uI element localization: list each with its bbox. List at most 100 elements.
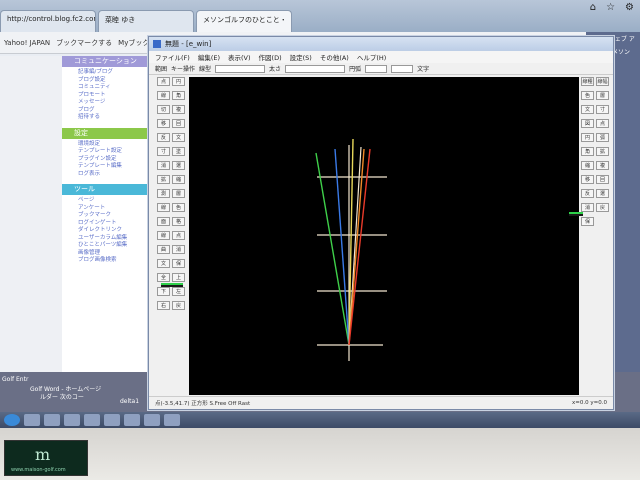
- command-button[interactable]: 色: [581, 91, 594, 100]
- command-button[interactable]: 文: [581, 105, 594, 114]
- command-button[interactable]: 角: [172, 91, 185, 100]
- desktop-label[interactable]: ルダー 次のコー: [40, 392, 84, 401]
- desktop-label[interactable]: Golf Entr: [2, 376, 28, 383]
- ie-icon[interactable]: [44, 414, 60, 426]
- sidebar-link[interactable]: ページ: [62, 195, 158, 203]
- sidebar-link[interactable]: プラグイン設定: [62, 154, 158, 162]
- command-button[interactable]: 縮: [172, 175, 185, 184]
- sidebar-link[interactable]: アンケート: [62, 203, 158, 211]
- command-button[interactable]: 弧: [596, 133, 609, 142]
- app-icon[interactable]: [104, 414, 120, 426]
- command-button[interactable]: 全: [157, 273, 170, 282]
- command-button[interactable]: 拡: [596, 147, 609, 156]
- drawing-canvas[interactable]: [189, 77, 579, 395]
- command-button[interactable]: 複: [172, 105, 185, 114]
- command-button[interactable]: 縮: [581, 161, 594, 170]
- command-button[interactable]: 移: [581, 175, 594, 184]
- command-button[interactable]: 測: [157, 189, 170, 198]
- menu-item[interactable]: 編集(E): [198, 52, 220, 62]
- command-button[interactable]: 点: [596, 119, 609, 128]
- tool-text[interactable]: 文字: [417, 64, 429, 73]
- command-button[interactable]: 保: [172, 259, 185, 268]
- command-button[interactable]: 角: [581, 147, 594, 156]
- sidebar-link[interactable]: 環境設定: [62, 139, 158, 147]
- command-button[interactable]: 面: [157, 217, 170, 226]
- command-button[interactable]: 下: [157, 287, 170, 296]
- command-button[interactable]: 線: [157, 91, 170, 100]
- command-button[interactable]: 消: [157, 161, 170, 170]
- command-button[interactable]: 切: [157, 105, 170, 114]
- extra-field[interactable]: [391, 64, 414, 73]
- command-button[interactable]: 寸: [596, 105, 609, 114]
- command-button[interactable]: 寸: [157, 147, 170, 156]
- browser-tab[interactable]: メソンゴルフのひとこと・: [196, 10, 292, 32]
- browser-tab[interactable]: http://control.blog.fc2.com/control.php: [0, 10, 96, 32]
- app-icon[interactable]: [144, 414, 160, 426]
- command-button[interactable]: 文: [157, 259, 170, 268]
- command-button[interactable]: 点: [157, 77, 170, 86]
- sidebar-link[interactable]: プロモート: [62, 90, 158, 98]
- menu-item[interactable]: ファイル(F): [155, 52, 190, 62]
- command-button[interactable]: 回: [596, 175, 609, 184]
- command-button[interactable]: 回: [172, 119, 185, 128]
- command-button[interactable]: 塗: [172, 147, 185, 156]
- sidebar-link[interactable]: ブログ: [62, 105, 158, 113]
- sidebar-link[interactable]: ひとことパーツ編集: [62, 240, 158, 248]
- yahoo-bookmark[interactable]: Yahoo! JAPAN: [4, 39, 50, 47]
- command-button[interactable]: 層: [172, 189, 185, 198]
- app-icon[interactable]: [124, 414, 140, 426]
- command-button[interactable]: 点: [172, 231, 185, 240]
- command-button[interactable]: 消: [581, 203, 594, 212]
- command-button[interactable]: 線: [157, 231, 170, 240]
- sidebar-link[interactable]: ダイレクトリンク: [62, 225, 158, 233]
- start-orb-icon[interactable]: [4, 414, 20, 426]
- desktop-label[interactable]: delta1: [120, 398, 139, 405]
- tool-linetype[interactable]: 線型: [199, 64, 211, 73]
- tool-arc[interactable]: 円弧: [349, 64, 361, 73]
- tool-key[interactable]: キー操作: [171, 64, 195, 73]
- command-button[interactable]: 左: [172, 287, 185, 296]
- sidebar-link[interactable]: ブログ設定: [62, 75, 158, 83]
- menu-item[interactable]: 表示(V): [228, 52, 251, 62]
- sidebar-link[interactable]: ブックマーク: [62, 210, 158, 218]
- command-button[interactable]: 線種: [581, 77, 594, 86]
- browser-tab[interactable]: 菜睦 ゆき: [98, 10, 194, 32]
- sidebar-link[interactable]: ユーザーカラム編集: [62, 233, 158, 241]
- command-button[interactable]: 円: [581, 133, 594, 142]
- sidebar-link[interactable]: ログ表示: [62, 169, 158, 177]
- command-button[interactable]: 円: [172, 77, 185, 86]
- sidebar-link[interactable]: 記事編/ブログ: [62, 67, 158, 75]
- word-icon[interactable]: [64, 414, 80, 426]
- sidebar-link[interactable]: 画像管理: [62, 248, 158, 256]
- sidebar-link[interactable]: メッセージ: [62, 97, 158, 105]
- tool-range[interactable]: 範囲: [155, 64, 167, 73]
- command-button[interactable]: 図: [581, 119, 594, 128]
- command-button[interactable]: 上: [172, 273, 185, 282]
- command-button[interactable]: 戻: [596, 203, 609, 212]
- command-button[interactable]: 選: [596, 189, 609, 198]
- sidebar-link[interactable]: テンプレート編集: [62, 161, 158, 169]
- linetype-select[interactable]: [215, 64, 266, 73]
- bookmark-add-link[interactable]: ブックマークする: [56, 38, 112, 48]
- menu-item[interactable]: ヘルプ(H): [357, 52, 386, 62]
- app-icon[interactable]: [164, 414, 180, 426]
- command-button[interactable]: 選: [172, 161, 185, 170]
- home-icon[interactable]: ⌂: [590, 2, 596, 13]
- command-button[interactable]: 複: [596, 161, 609, 170]
- command-button[interactable]: 層: [596, 91, 609, 100]
- width-select[interactable]: [285, 64, 346, 73]
- star-icon[interactable]: ☆: [606, 2, 615, 13]
- command-button[interactable]: 反: [581, 189, 594, 198]
- command-button[interactable]: 移: [157, 119, 170, 128]
- command-button[interactable]: 曲: [157, 245, 170, 254]
- sidebar-link[interactable]: ブログ画像検索: [62, 255, 158, 263]
- app-icon[interactable]: [84, 414, 100, 426]
- command-button[interactable]: 右: [157, 301, 170, 310]
- command-button[interactable]: 線: [157, 203, 170, 212]
- sidebar-link[interactable]: テンプレート設定: [62, 146, 158, 154]
- command-button[interactable]: 消: [172, 245, 185, 254]
- command-button[interactable]: 色: [172, 203, 185, 212]
- command-button[interactable]: 文: [172, 133, 185, 142]
- sidebar-link[interactable]: コミュニティ: [62, 82, 158, 90]
- command-button[interactable]: 戻: [172, 301, 185, 310]
